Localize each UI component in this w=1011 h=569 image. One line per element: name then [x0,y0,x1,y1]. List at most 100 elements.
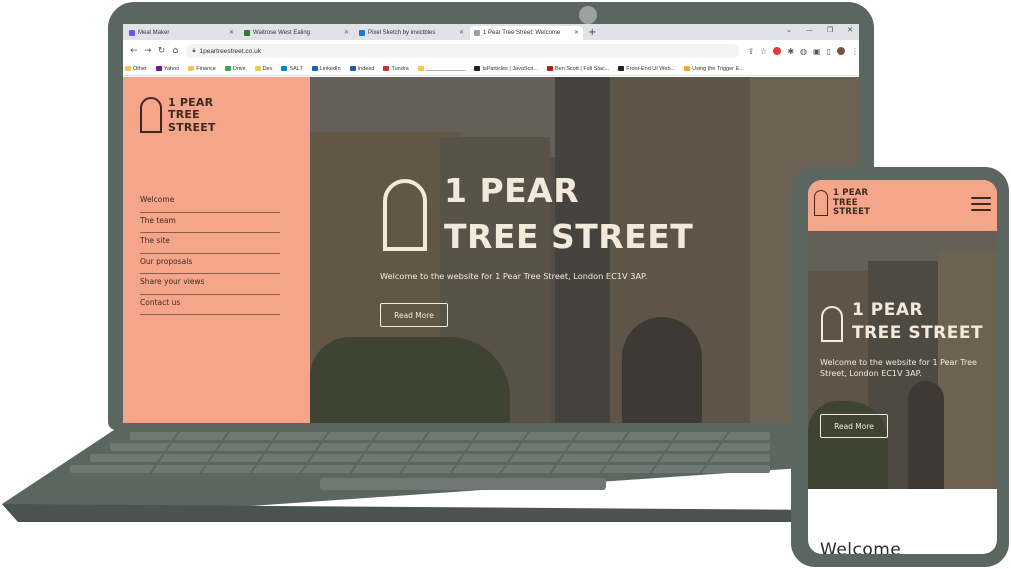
browser-tab[interactable]: Pixel Sketch by invictbles ✕ [355,26,468,40]
sidebar: 1 PEAR TREE STREET Welcome The team The … [123,77,310,423]
mobile-hero-section: 1 PEAR TREE STREET Welcome to the websit… [808,231,997,489]
extension-icon[interactable]: ◍ [800,47,807,56]
bookmark-icon [155,66,162,71]
hero-title-line2: TREE STREET [444,217,694,256]
share-icon[interactable]: ⇪ [747,47,754,56]
bookmark-icon [417,66,424,71]
sidepanel-icon[interactable]: ▯ [827,47,831,56]
nav-our-proposals[interactable]: Our proposals [140,254,280,274]
bookmarks-bar: Other Yahoo Finance Drive Dev SALT LinkedIn Ind… [123,62,859,76]
nav-the-team[interactable]: The team [140,213,280,233]
bookmark-icon [546,66,553,71]
bookmark-item[interactable]: Indeed [349,65,375,72]
bookmark-item[interactable]: Front-End UI Web... [618,66,675,72]
bookmark-icon [349,66,356,71]
browser-tab[interactable]: Meal Maker ✕ [125,26,238,40]
hamburger-menu-icon[interactable] [971,197,991,211]
bookmark-icon [188,66,195,71]
browser-tab-active[interactable]: 1 Pear Tree Street: Welcome ✕ [470,26,583,40]
bookmark-item[interactable]: Other [125,66,147,72]
logo-line: STREET [168,120,216,134]
tab-favicon-icon [244,30,250,36]
browser-tab[interactable]: Waitrose West Ealing ✕ [240,26,353,40]
bookmark-label: Ben Scott | Full Stac... [554,65,610,72]
reading-list-icon[interactable]: ▣ [813,47,821,56]
hero-section: 1 PEAR TREE STREET Welcome to the websit… [310,77,859,423]
reload-icon[interactable]: ↻ [155,46,169,56]
tab-label: 1 Pear Tree Street: Welcome [483,30,561,36]
logo-line: TREE [168,108,200,122]
tab-favicon-icon [129,30,135,36]
bookmark-item[interactable]: Finance [188,66,216,72]
extension-icons: ⇪ ☆ ✱ ◍ ▣ ▯ ⋮ [747,47,859,56]
browser-tab-bar: Meal Maker ✕ Waitrose West Ealing ✕ Pixe… [123,24,859,40]
bookmark-item[interactable]: Tundra [383,66,409,72]
mobile-header: 1 PEAR TREE STREET [808,180,997,231]
close-icon[interactable]: ✕ [344,29,349,36]
avatar[interactable] [837,47,845,55]
forward-icon[interactable]: → [141,46,155,56]
bookmark-item[interactable]: Yahoo [155,65,180,72]
nav-the-site[interactable]: The site [140,233,280,254]
bookmark-icon [474,66,481,71]
bookmark-item[interactable]: Dev [254,65,273,72]
read-more-button[interactable]: Read More [820,414,888,438]
bookmark-item[interactable]: SALT [281,65,303,72]
device-mockup: Meal Maker ✕ Waitrose West Ealing ✕ Pixe… [0,0,1011,569]
nav-welcome[interactable]: Welcome [140,192,280,213]
back-icon[interactable]: ← [127,46,141,56]
site-logo[interactable]: 1 PEAR TREE STREET [140,96,216,134]
close-icon[interactable]: ✕ [574,29,579,36]
bookmark-label: Other [133,65,147,72]
bookmark-label: Dev [262,65,273,72]
hero-title-line1: 1 PEAR [852,300,924,320]
hero-title-line1: 1 PEAR [444,171,580,210]
bookmark-label: tsParticles | JavaScri... [482,65,538,72]
bookmark-icon [254,66,261,71]
bookmark-icon [684,66,691,71]
website: 1 PEAR TREE STREET Welcome The team The … [123,77,859,423]
nav-share-your-views[interactable]: Share your views [140,274,280,295]
chevron-down-icon[interactable]: ⌄ [786,26,792,34]
bookmark-item[interactable]: LinkedIn [311,66,341,72]
hero-subtitle: Welcome to the website for 1 Pear Tree S… [820,358,977,379]
address-bar[interactable]: 🔒︎ 1peartreestreet.co.uk [186,44,740,58]
arch-logo-icon [140,97,162,134]
close-window-icon[interactable]: ✕ [847,26,853,34]
bookmark-icon [311,66,318,71]
close-icon[interactable]: ✕ [459,29,464,36]
bookmark-label: _____________ [425,65,466,72]
bookmark-label: Drive [232,65,246,72]
extension-abp-icon[interactable] [773,47,782,55]
welcome-heading: Welcome [820,540,902,554]
bookmark-item[interactable]: Using the Trigger E... [684,66,744,72]
bookmark-label: Yahoo [163,65,180,72]
hero-title-line2: TREE STREET [852,323,984,343]
bookmark-icon [383,66,390,71]
nav-contact-us[interactable]: Contact us [140,295,280,315]
tab-label: Pixel Sketch by invictbles [368,30,436,36]
bookmark-label: Indeed [357,65,375,72]
url-text: 1peartreestreet.co.uk [199,47,261,55]
close-icon[interactable]: ✕ [229,29,234,36]
mobile-logo[interactable]: 1 PEAR TREE STREET [814,188,870,218]
bookmark-item[interactable]: _____________ [417,65,466,72]
bookmark-item[interactable]: Ben Scott | Full Stac... [546,65,610,72]
read-more-button[interactable]: Read More [380,303,448,327]
puzzle-icon[interactable]: ✱ [787,47,794,56]
minimize-icon[interactable]: — [806,26,813,34]
bookmark-label: SALT [289,65,303,72]
new-tab-icon[interactable]: + [588,26,596,40]
window-controls: ⌄ — ❐ ✕ [786,26,853,34]
star-icon[interactable]: ☆ [760,47,767,56]
bookmark-item[interactable]: tsParticles | JavaScri... [474,66,538,72]
arch-logo-icon [814,190,828,217]
tab-favicon-icon [359,30,365,36]
laptop-screen: Meal Maker ✕ Waitrose West Ealing ✕ Pixe… [123,24,859,423]
home-icon[interactable]: ⌂ [168,46,182,56]
menu-icon[interactable]: ⋮ [851,47,859,56]
bookmark-icon [224,66,231,71]
arch-logo-icon [821,306,843,342]
bookmark-item[interactable]: Drive [224,65,246,72]
maximize-icon[interactable]: ❐ [827,26,833,34]
